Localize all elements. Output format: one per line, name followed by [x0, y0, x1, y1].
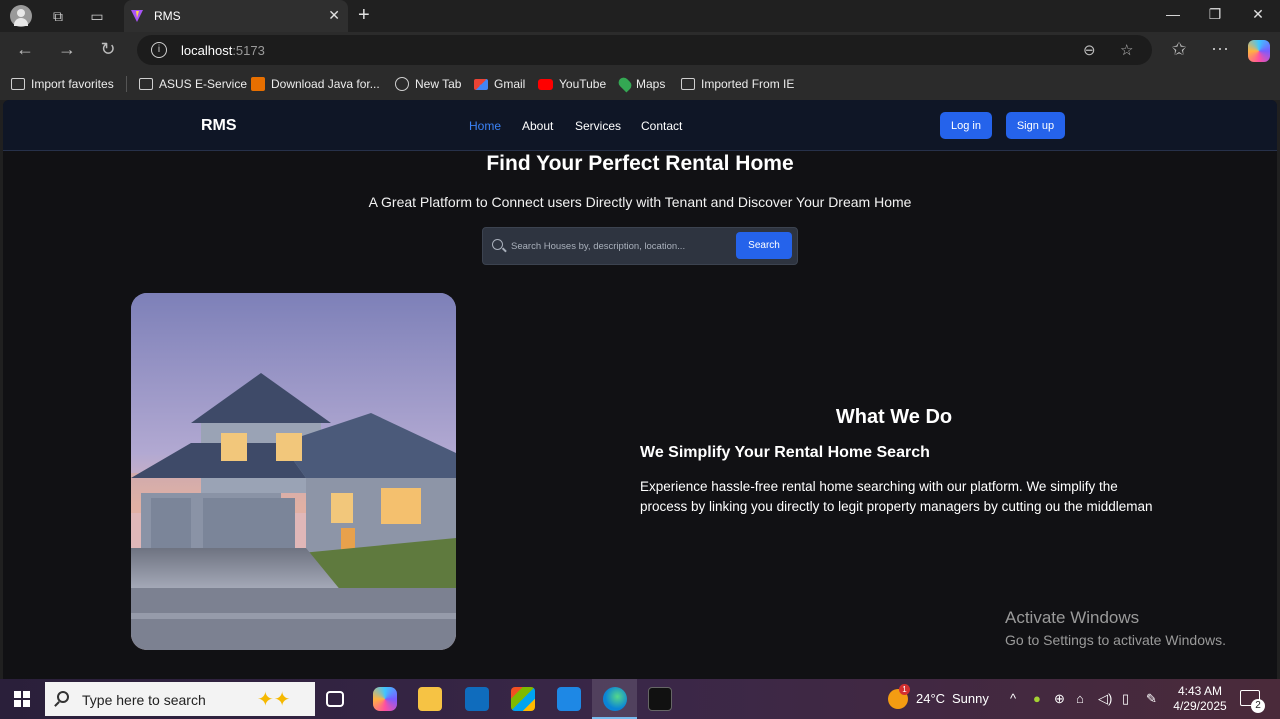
task-view-icon[interactable] — [326, 691, 344, 707]
vite-favicon-icon — [131, 10, 143, 22]
youtube-icon — [538, 78, 553, 90]
screen: ⧉ ▭ RMS ✕ + — ❐ ✕ ← → ↻ i localhost:5173… — [0, 0, 1280, 719]
back-arrow-icon[interactable]: ← — [14, 39, 36, 60]
bookmark-asus[interactable]: ASUS E-Service — [139, 77, 247, 91]
what-we-do-body: Experience hassle-free rental home searc… — [640, 479, 1153, 514]
network-icon[interactable]: ⌂ — [1076, 691, 1084, 706]
windows-taskbar: Type here to search ✦✦ 1 24°C Sunny ^ ● … — [0, 679, 1280, 719]
tab-actions-icon[interactable]: ▭ — [87, 6, 107, 26]
bookmark-maps[interactable]: Maps — [616, 75, 665, 93]
bookmark-new-tab[interactable]: New Tab — [395, 77, 461, 91]
search-highlight-sparkle-icon: ✦✦ — [257, 689, 291, 711]
site-brand[interactable]: RMS — [201, 117, 237, 135]
folder-icon — [139, 78, 153, 90]
tray-chevron-up-icon[interactable]: ^ — [1010, 691, 1016, 706]
url-text: localhost:5173 — [181, 43, 265, 58]
workspaces-icon[interactable]: ⧉ — [48, 6, 68, 26]
site-info-icon[interactable]: i — [151, 42, 167, 58]
window-close-icon[interactable]: ✕ — [1248, 6, 1268, 23]
taskbar-clock[interactable]: 4:43 AM 4/29/2025 — [1172, 684, 1228, 714]
tab-close-icon[interactable]: ✕ — [328, 7, 340, 24]
weather-condition[interactable]: Sunny — [952, 691, 989, 706]
folder-icon — [681, 78, 695, 90]
what-we-do-title: What We Do — [835, 406, 953, 428]
volume-icon[interactable]: ◁) — [1098, 691, 1112, 707]
file-explorer-icon[interactable] — [418, 687, 442, 711]
bookmark-import-favorites[interactable]: Import favorites — [11, 77, 114, 91]
terminal-app-icon[interactable] — [648, 687, 672, 711]
browser-tab-strip: ⧉ ▭ RMS ✕ + — ❐ ✕ — [0, 0, 1280, 32]
profile-avatar-icon[interactable] — [10, 5, 32, 27]
bookmarks-bar: Import favorites ASUS E-Service Download… — [0, 68, 1280, 100]
copilot-icon[interactable] — [1248, 40, 1270, 62]
hero-title: Find Your Perfect Rental Home — [486, 152, 794, 175]
windows-start-icon[interactable] — [14, 691, 30, 707]
nav-link-services[interactable]: Services — [575, 119, 621, 133]
house-search-bar: Search — [482, 227, 798, 265]
microsoft-store-icon[interactable] — [511, 687, 535, 711]
java-icon — [251, 77, 265, 91]
edge-browser-icon[interactable] — [603, 687, 627, 711]
new-tab-plus-icon[interactable]: + — [358, 4, 370, 27]
import-icon — [11, 78, 25, 90]
gmail-icon — [474, 78, 488, 90]
copilot-app-icon[interactable] — [373, 687, 397, 711]
forward-arrow-icon[interactable]: → — [56, 39, 78, 60]
site-navbar: RMS Home About Services Contact Log in S… — [3, 100, 1277, 151]
globe-icon — [395, 77, 409, 91]
pen-icon[interactable]: ✎ — [1146, 691, 1157, 707]
activate-windows-line1: Activate Windows — [1005, 608, 1140, 627]
vscode-icon[interactable] — [557, 687, 581, 711]
nav-link-contact[interactable]: Contact — [641, 119, 682, 133]
taskbar-search-placeholder: Type here to search — [82, 692, 206, 708]
favorites-icon[interactable]: ✩ — [1168, 39, 1190, 60]
restore-icon[interactable]: ❐ — [1205, 6, 1225, 23]
bookmark-imported-ie[interactable]: Imported From IE — [681, 77, 794, 91]
tab-rms[interactable]: RMS ✕ — [124, 0, 348, 32]
browser-toolbar: ← → ↻ i localhost:5173 ⊖ ☆ ✩ ⋯ — [0, 32, 1280, 68]
more-menu-icon[interactable]: ⋯ — [1209, 39, 1231, 60]
address-bar[interactable]: i localhost:5173 ⊖ ☆ — [137, 35, 1152, 65]
clock-date: 4/29/2025 — [1173, 699, 1227, 713]
weather-temperature[interactable]: 24°C — [916, 691, 945, 706]
nav-link-about[interactable]: About — [522, 119, 553, 133]
what-we-do-subtitle: We Simplify Your Rental Home Search — [640, 444, 930, 461]
search-button[interactable]: Search — [736, 232, 792, 259]
tray-app-icon[interactable]: ● — [1033, 691, 1041, 706]
language-globe-icon[interactable]: ⊕ — [1054, 691, 1065, 707]
weather-badge: 1 — [899, 684, 910, 695]
search-icon — [57, 691, 69, 703]
refresh-icon[interactable]: ↻ — [97, 39, 119, 60]
login-button[interactable]: Log in — [940, 112, 992, 139]
house-illustration — [131, 293, 456, 650]
maps-pin-icon — [616, 75, 634, 93]
tab-title: RMS — [154, 9, 181, 23]
favorite-star-icon[interactable]: ☆ — [1120, 41, 1133, 59]
outlook-icon[interactable] — [465, 687, 489, 711]
bookmark-gmail[interactable]: Gmail — [474, 77, 525, 91]
notification-count-badge: 2 — [1251, 699, 1265, 713]
minimize-icon[interactable]: — — [1163, 6, 1183, 22]
clock-time: 4:43 AM — [1177, 684, 1223, 698]
nav-link-home[interactable]: Home — [469, 119, 501, 133]
bookmark-youtube[interactable]: YouTube — [538, 77, 606, 91]
activate-windows-watermark: Activate Windows Go to Settings to activ… — [1005, 608, 1226, 648]
signup-button[interactable]: Sign up — [1006, 112, 1065, 139]
hero-subtitle: A Great Platform to Connect users Direct… — [368, 194, 912, 210]
activate-windows-line2: Go to Settings to activate Windows. — [1005, 632, 1226, 648]
web-page: RMS Home About Services Contact Log in S… — [3, 100, 1277, 679]
zoom-icon[interactable]: ⊖ — [1083, 41, 1096, 59]
battery-icon[interactable]: ▯ — [1122, 691, 1129, 707]
taskbar-search-box[interactable]: Type here to search ✦✦ — [45, 682, 315, 716]
house-image — [131, 293, 456, 650]
bookmark-separator — [126, 76, 127, 92]
search-icon — [492, 239, 503, 250]
house-search-input[interactable] — [511, 236, 731, 256]
bookmark-java[interactable]: Download Java for... — [251, 77, 380, 91]
